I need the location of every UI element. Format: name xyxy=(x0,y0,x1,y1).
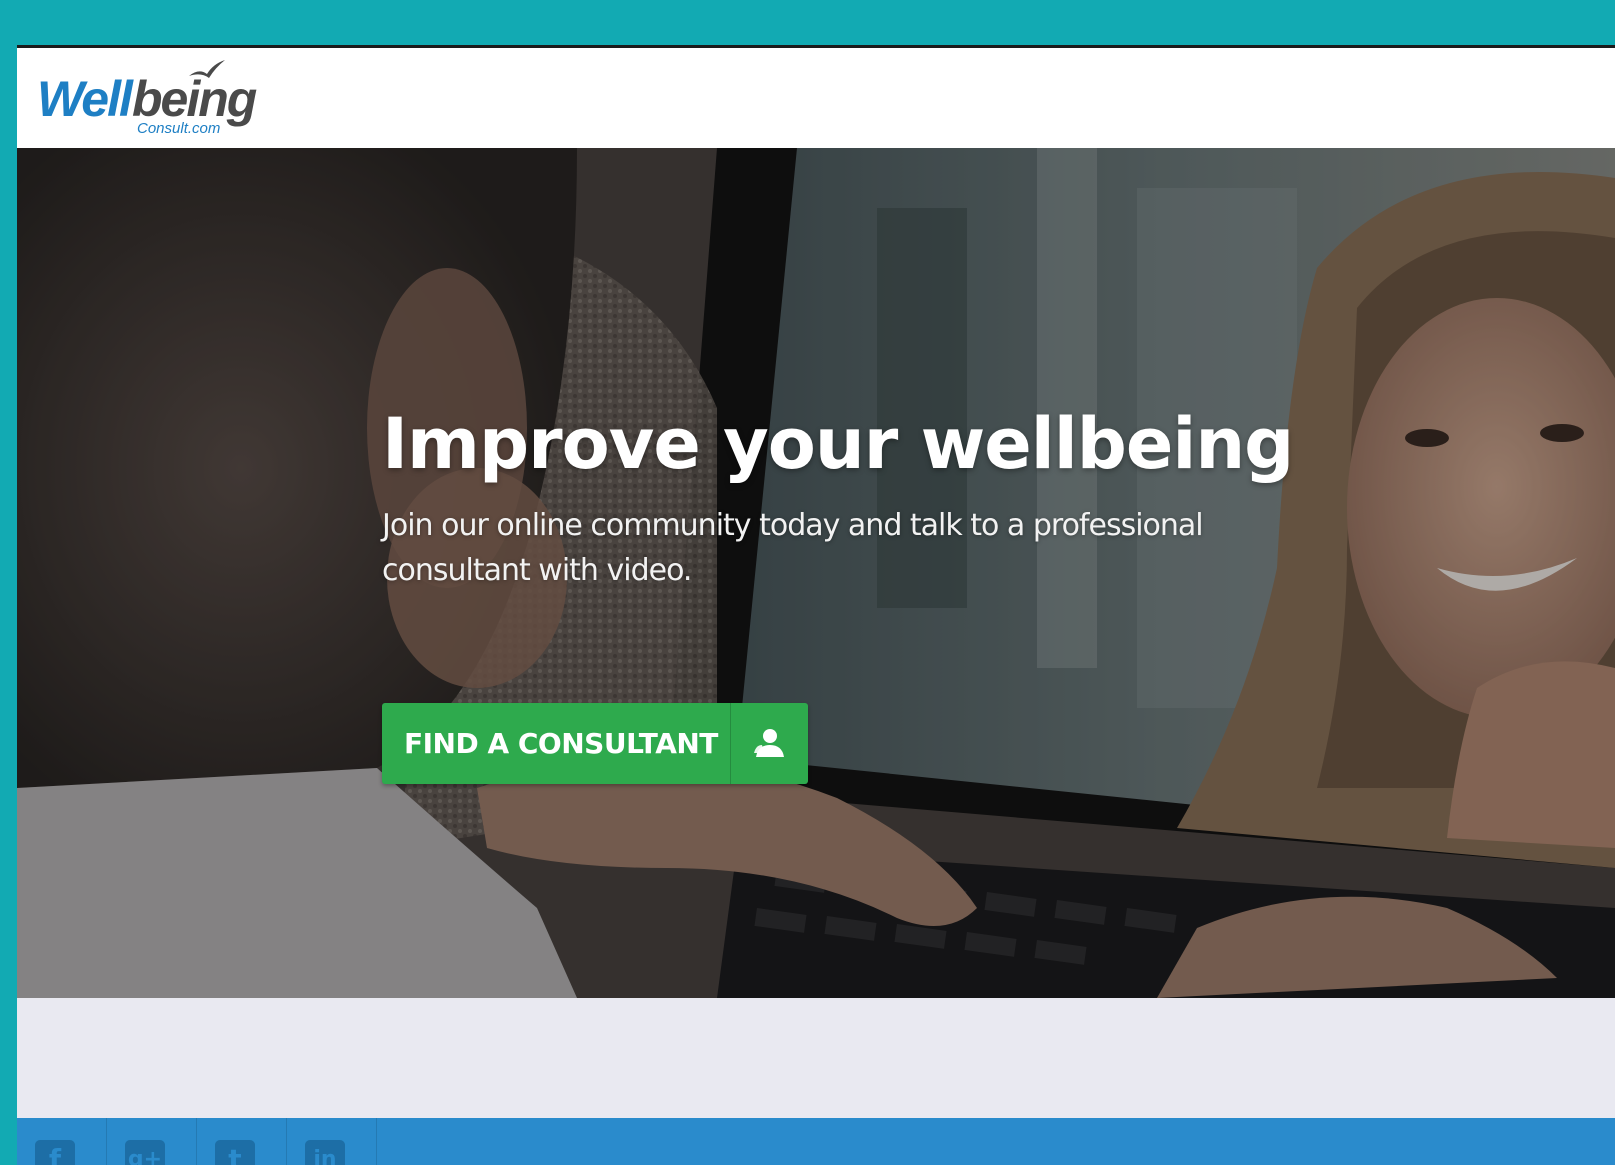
browser-page: Well being Consult.com Improve your well… xyxy=(17,45,1615,1165)
logo-text-primary: Well xyxy=(37,71,133,127)
find-consultant-label: FIND A CONSULTANT xyxy=(404,727,718,760)
facebook-icon: f xyxy=(35,1140,75,1165)
hero-title: Improve your wellbeing xyxy=(382,403,1294,485)
twitter-link[interactable]: t xyxy=(197,1118,287,1165)
site-header: Well being Consult.com xyxy=(17,48,1615,148)
logo-subtext: Consult.com xyxy=(137,120,221,137)
facebook-link[interactable]: f xyxy=(17,1118,107,1165)
bird-icon xyxy=(189,60,225,78)
google-plus-link[interactable]: g+ xyxy=(107,1118,197,1165)
hero-subtitle: Join our online community today and talk… xyxy=(382,508,1204,588)
consultant-person-icon xyxy=(754,729,784,757)
hero-section: Improve your wellbeing Join our online c… xyxy=(17,148,1615,998)
google-plus-icon: g+ xyxy=(125,1140,165,1165)
content-band xyxy=(17,998,1615,1118)
site-logo[interactable]: Well being Consult.com xyxy=(37,58,257,138)
linkedin-icon: in xyxy=(305,1140,345,1165)
social-footer: f g+ t in xyxy=(17,1118,1615,1165)
button-divider xyxy=(730,703,731,784)
find-consultant-button[interactable]: FIND A CONSULTANT xyxy=(382,703,808,784)
linkedin-link[interactable]: in xyxy=(287,1118,377,1165)
twitter-icon: t xyxy=(215,1140,255,1165)
hero-content: Improve your wellbeing Join our online c… xyxy=(382,403,1294,784)
